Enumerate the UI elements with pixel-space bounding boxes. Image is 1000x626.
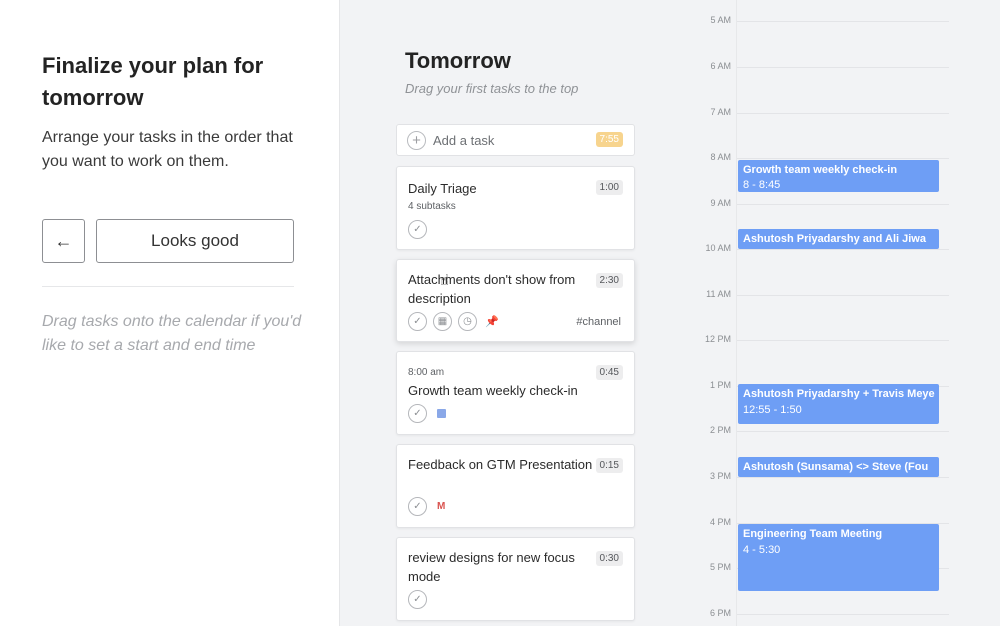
calendar-icon[interactable]: ▦	[433, 312, 452, 331]
task-start-time: 8:00 am	[408, 367, 445, 378]
add-task-label: Add a task	[433, 132, 495, 148]
hour-row: 8 AM	[680, 152, 950, 162]
hour-row: 2 PM	[680, 425, 950, 435]
task-card[interactable]: Daily Triage 1:00 4 subtasks ✓	[396, 166, 635, 250]
task-title: Growth team weekly check-in	[408, 383, 578, 398]
subtasks-count: 4 subtasks	[408, 201, 456, 212]
check-icon[interactable]: ✓	[408, 220, 427, 239]
calendar-event[interactable]: Ashutosh Priyadarshy and Ali Jiwa	[738, 229, 939, 249]
channel-tag[interactable]: #channel	[576, 316, 621, 328]
hour-row: 6 PM	[680, 608, 950, 618]
task-actions: ✓	[408, 404, 446, 423]
check-icon[interactable]: ✓	[408, 497, 427, 516]
google-calendar-icon	[437, 409, 446, 418]
pin-icon[interactable]: 📌	[485, 315, 499, 328]
event-title: Growth team weekly check-in	[743, 164, 898, 176]
event-time: 4 - 5:30	[743, 544, 781, 556]
back-button[interactable]: ←	[42, 219, 85, 263]
calendar-event[interactable]: Growth team weekly check-in 8 - 8:45	[738, 160, 939, 192]
hour-label: 7 AM	[710, 107, 731, 117]
duration-badge: 1:00	[595, 180, 623, 195]
hour-label: 11 AM	[706, 289, 731, 299]
check-icon[interactable]: ✓	[408, 312, 427, 331]
plan-panel: Finalize your plan for tomorrow Arrange …	[0, 0, 340, 626]
total-time-badge: 7:55	[595, 132, 623, 147]
hand-cursor-icon: ☝	[440, 272, 450, 289]
event-time: 8 - 8:45	[743, 179, 781, 191]
event-time: 12:55 - 1:50	[743, 404, 802, 416]
plus-icon: +	[407, 130, 426, 150]
gmail-icon: M	[437, 501, 446, 512]
divider	[42, 286, 294, 287]
task-actions: ✓ ▦ ◷ 📌	[408, 312, 499, 331]
hour-label: 9 AM	[710, 198, 731, 208]
calendar-event[interactable]: Engineering Team Meeting 4 - 5:30	[738, 524, 939, 591]
hour-row: 10 AM	[680, 243, 950, 253]
hour-label: 4 PM	[709, 517, 731, 527]
hour-label: 8 AM	[710, 152, 731, 162]
duration-badge: 2:30	[595, 273, 623, 288]
add-task-input[interactable]: + Add a task 7:55	[396, 124, 635, 156]
check-icon[interactable]: ✓	[408, 404, 427, 423]
looks-good-button[interactable]: Looks good	[96, 219, 294, 263]
hour-label: 6 AM	[710, 61, 731, 71]
hour-label: 5 AM	[710, 15, 731, 25]
task-title: review designs for new focus mode	[408, 550, 575, 584]
hour-label: 3 PM	[709, 471, 731, 481]
panel-heading: Finalize your plan for tomorrow	[42, 53, 264, 110]
hour-label: 10 AM	[705, 243, 731, 253]
duration-badge: 0:45	[595, 365, 623, 380]
task-title: Daily Triage	[408, 181, 477, 196]
task-card[interactable]: Feedback on GTM Presentation 0:15 ✓ M	[396, 444, 635, 528]
task-actions: ✓ M	[408, 497, 445, 516]
event-title: Ashutosh (Sunsama) <> Steve (Fou	[743, 461, 929, 473]
clock-icon[interactable]: ◷	[458, 312, 477, 331]
hour-label: 1 PM	[709, 380, 731, 390]
hour-row: 7 AM	[680, 107, 950, 117]
column-title: Tomorrow	[405, 48, 511, 73]
task-card[interactable]: 8:00 am Growth team weekly check-in 0:45…	[396, 351, 635, 435]
check-icon[interactable]: ✓	[408, 590, 427, 609]
event-title: Ashutosh Priyadarshy + Travis Meye	[743, 388, 935, 400]
hour-row: 5 AM	[680, 15, 950, 25]
calendar-event[interactable]: Ashutosh (Sunsama) <> Steve (Fou	[738, 457, 939, 477]
hour-row: 3 PM	[680, 471, 950, 481]
calendar-hint: Drag tasks onto the calendar if you'd li…	[42, 313, 302, 354]
column-subtitle: Drag your first tasks to the top	[405, 81, 579, 96]
task-card[interactable]: review designs for new focus mode 0:30 ✓	[396, 537, 635, 621]
task-actions: ✓	[408, 590, 427, 609]
event-title: Engineering Team Meeting	[743, 528, 883, 540]
task-title: Attachments don't show from description	[408, 272, 576, 306]
hour-row: 9 AM	[680, 198, 950, 208]
calendar-event[interactable]: Ashutosh Priyadarshy + Travis Meye 12:55…	[738, 384, 939, 424]
hour-row: 11 AM	[680, 289, 950, 299]
hour-row: 6 AM	[680, 61, 950, 71]
hour-label: 5 PM	[709, 562, 731, 572]
event-title: Ashutosh Priyadarshy and Ali Jiwa	[743, 233, 926, 245]
task-title: Feedback on GTM Presentation	[408, 457, 593, 472]
duration-badge: 0:30	[595, 551, 623, 566]
arrow-left-icon: ←	[54, 230, 73, 251]
duration-badge: 0:15	[595, 458, 623, 473]
task-card[interactable]: Attachments don't show from description …	[396, 259, 635, 342]
hour-label: 6 PM	[709, 608, 731, 618]
hour-label: 12 PM	[704, 334, 731, 344]
hour-row: 12 PM	[680, 334, 950, 344]
task-actions: ✓	[408, 220, 427, 239]
hour-label: 2 PM	[709, 425, 731, 435]
panel-subheading: Arrange your tasks in the order that you…	[42, 129, 293, 170]
